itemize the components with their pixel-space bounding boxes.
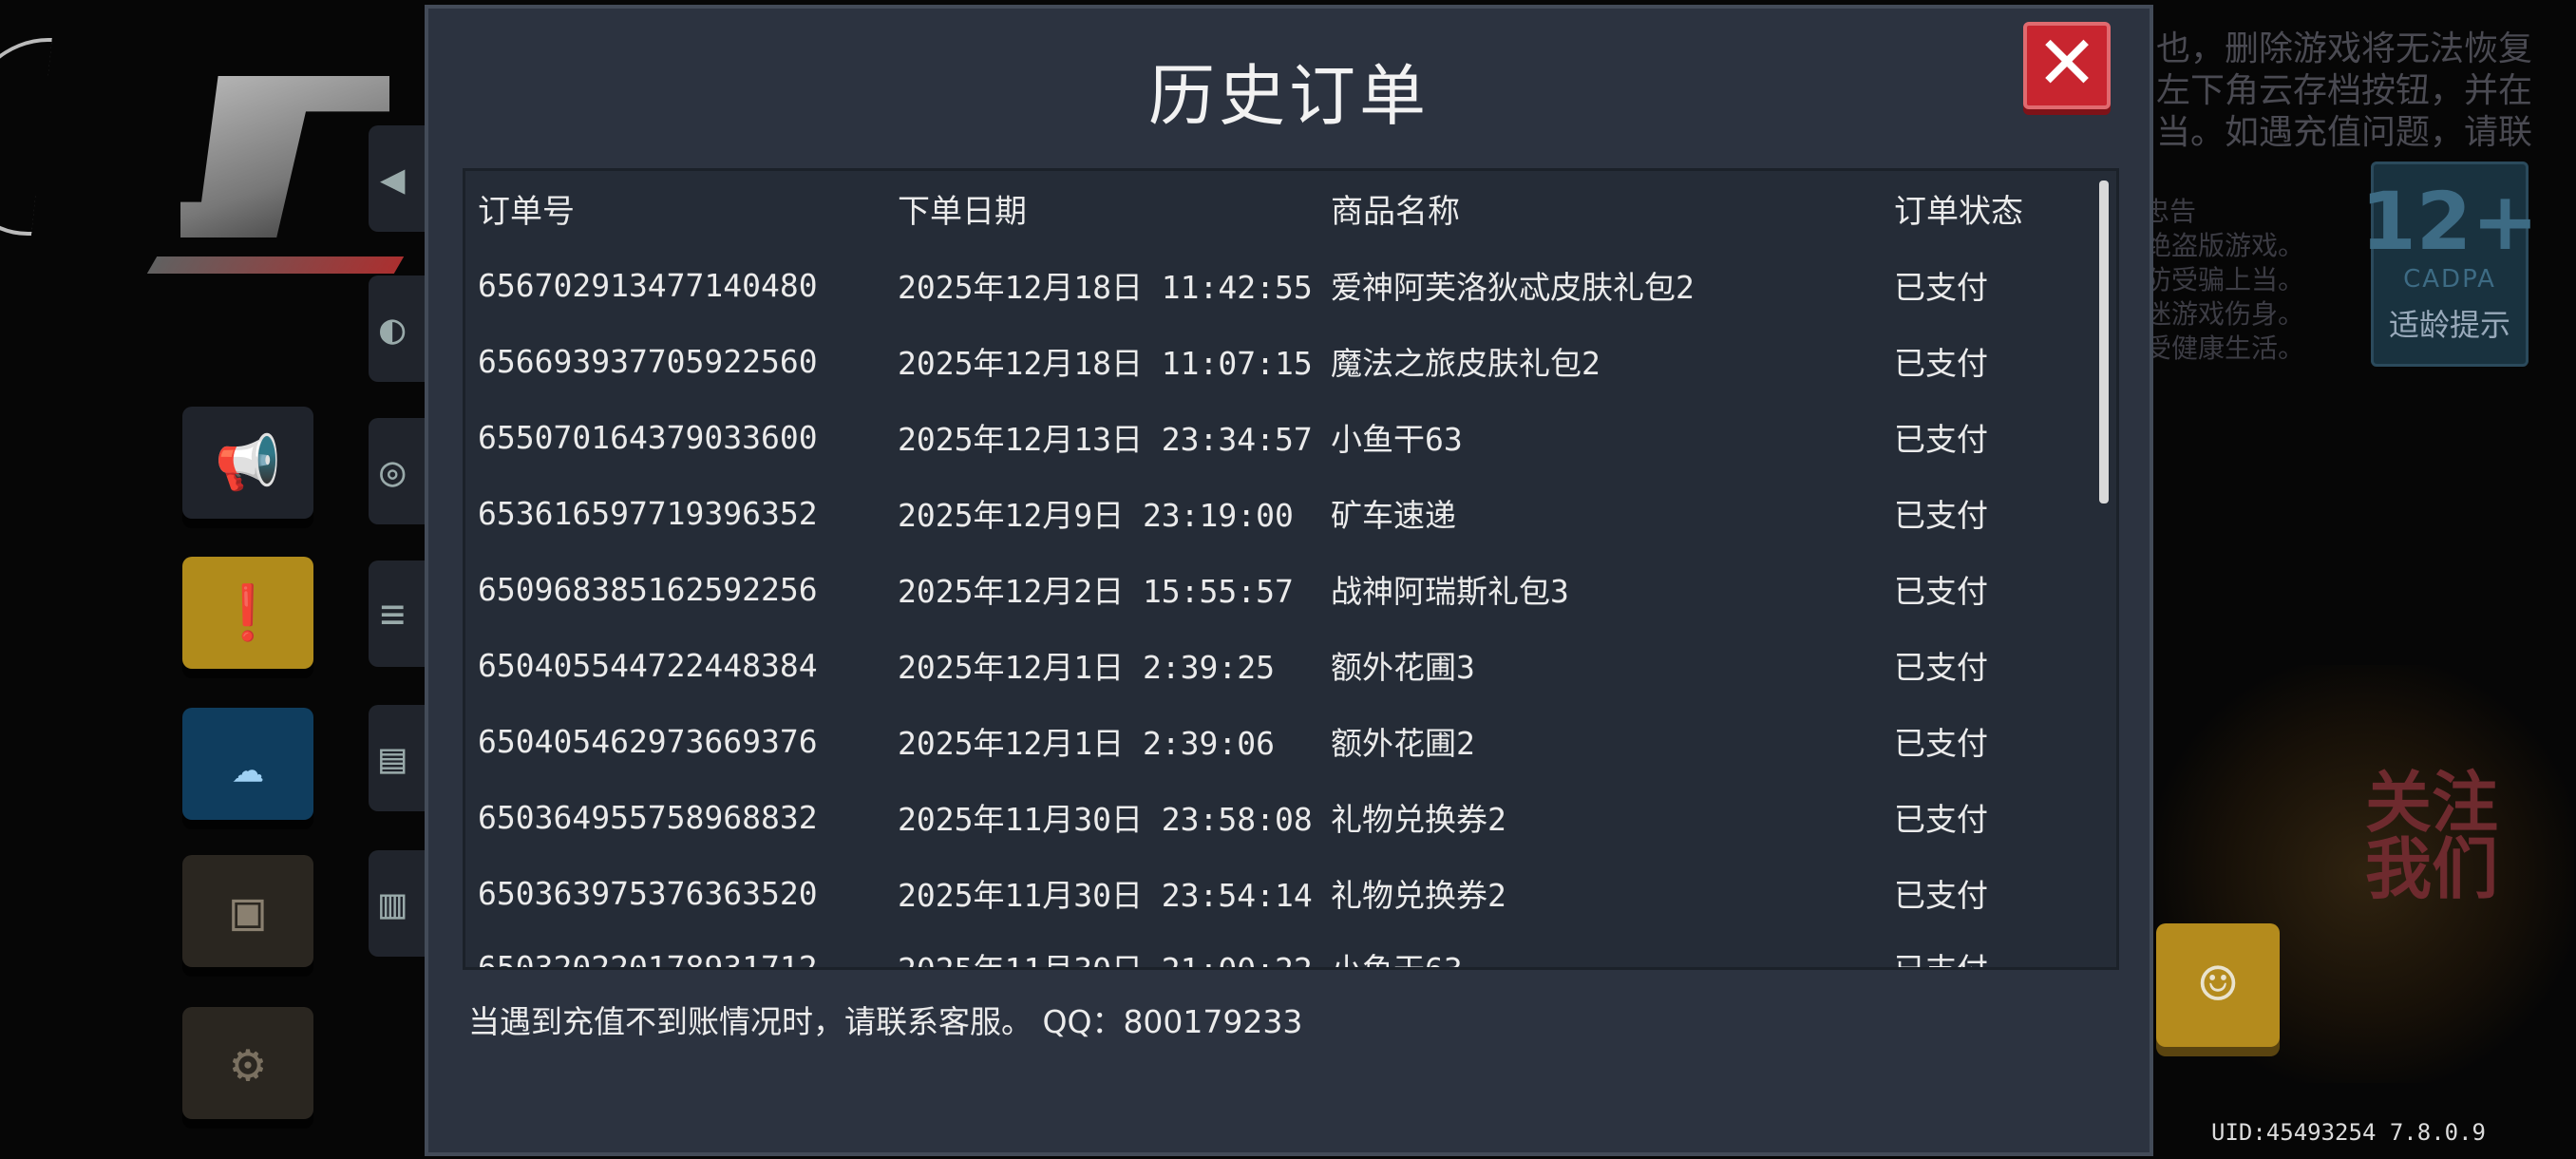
order-id-cell: 650364955758968832 <box>478 798 818 836</box>
order-status-cell: 已支付 <box>1894 801 1988 838</box>
game-logo <box>180 76 389 238</box>
order-date-cell: 2025年12月2日 15:55:57 <box>898 573 1294 610</box>
order-id-cell: 650363975376363520 <box>478 874 818 912</box>
column-header-order-id: 订单号 <box>478 192 575 231</box>
order-date-cell: 2025年12月1日 2:39:25 <box>898 649 1276 686</box>
order-status-cell: 已支付 <box>1894 725 1988 762</box>
order-status-cell: 已支付 <box>1894 877 1988 914</box>
table-row: 656693937705922560 2025年12月18日 11:07:15 … <box>465 323 2088 399</box>
order-date-cell: 2025年11月30日 21:00:22 <box>898 951 1313 970</box>
product-name-cell: 额外花圃2 <box>1331 725 1475 762</box>
product-name-cell: 礼物兑换券2 <box>1331 877 1506 914</box>
logo-arc-decoration <box>0 38 52 236</box>
order-status-cell: 已支付 <box>1894 269 1988 306</box>
order-date-cell: 2025年11月30日 23:58:08 <box>898 801 1313 838</box>
order-status-cell: 已支付 <box>1894 497 1988 534</box>
notice-text: 也，删除游戏将无法恢复 左下角云存档按钮，并在 当。如遇充值问题，请联 <box>2156 28 2536 154</box>
order-table[interactable]: 订单号 下单日期 商品名称 订单状态 656702913477140480 20… <box>463 168 2119 970</box>
order-id-cell: 653616597719396352 <box>478 494 818 532</box>
order-status-cell: 已支付 <box>1894 345 1988 382</box>
product-name-cell: 小鱼干63 <box>1331 951 1463 970</box>
table-header-row: 订单号 下单日期 商品名称 订单状态 <box>465 171 2088 245</box>
order-id-cell: 655070164379033600 <box>478 418 818 456</box>
order-id-cell: 656702913477140480 <box>478 266 818 304</box>
order-date-cell: 2025年11月30日 23:54:14 <box>898 877 1313 914</box>
account-button[interactable]: ▣ <box>182 855 313 967</box>
settings-button[interactable]: ⚙ <box>182 1007 313 1119</box>
globe-icon: ◎ <box>380 446 406 496</box>
megaphone-icon: 📢 <box>215 432 281 494</box>
cloud-save-button[interactable]: ☁ <box>182 708 313 820</box>
table-row: 650405544722448384 2025年12月1日 2:39:25 额外… <box>465 627 2088 703</box>
order-status-cell: 已支付 <box>1894 951 1988 970</box>
uid-version-label: UID:45493254 7.8.0.9 <box>2211 1119 2486 1146</box>
support-chat-icon: ☺ <box>2199 950 2237 1020</box>
circle-icon: ◐ <box>380 304 406 353</box>
product-name-cell: 战神阿瑞斯礼包3 <box>1331 573 1569 610</box>
close-icon: ✕ <box>2036 21 2098 106</box>
order-id-cell: 650405544722448384 <box>478 646 818 684</box>
age-rating-org: CADPA <box>2403 265 2496 294</box>
speaker-icon: ◀ <box>380 154 406 203</box>
table-row: 650405462973669376 2025年12月1日 2:39:06 额外… <box>465 703 2088 779</box>
order-date-cell: 2025年12月1日 2:39:06 <box>898 725 1276 762</box>
age-rating-badge[interactable]: 12+ CADPA 适龄提示 <box>2360 162 2539 367</box>
table-row: 650363975376363520 2025年11月30日 23:54:14 … <box>465 855 2088 931</box>
product-name-cell: 魔法之旅皮肤礼包2 <box>1331 345 1601 382</box>
table-row: 650320220178931712 2025年11月30日 21:00:22 … <box>465 929 2088 970</box>
order-date-cell: 2025年12月13日 23:34:57 <box>898 421 1313 458</box>
table-row: 650968385162592256 2025年12月2日 15:55:57 战… <box>465 551 2088 627</box>
order-id-cell: 656693937705922560 <box>478 342 818 380</box>
follow-us-badge[interactable]: 关注我们 <box>2365 770 2517 912</box>
column-header-status: 订单状态 <box>1894 192 2023 231</box>
table-row: 655070164379033600 2025年12月13日 23:34:57 … <box>465 399 2088 475</box>
column-header-date: 下单日期 <box>898 192 1027 231</box>
order-status-cell: 已支付 <box>1894 421 1988 458</box>
age-rating-number: 12+ <box>2360 175 2539 268</box>
order-id-cell: 650968385162592256 <box>478 570 818 608</box>
notice-line: 当。如遇充值问题，请联 <box>2156 113 2533 152</box>
document-icon: ▥ <box>380 879 406 928</box>
order-id-cell: 650405462973669376 <box>478 722 818 760</box>
gift-icon: ▤ <box>380 733 406 783</box>
column-header-product: 商品名称 <box>1331 192 1460 231</box>
product-name-cell: 礼物兑换券2 <box>1331 801 1506 838</box>
product-name-cell: 小鱼干63 <box>1331 421 1463 458</box>
notice-line: 也，删除游戏将无法恢复 <box>2156 29 2533 68</box>
order-date-cell: 2025年12月18日 11:07:15 <box>898 345 1313 382</box>
close-button[interactable]: ✕ <box>2023 22 2111 109</box>
list-icon: ≡ <box>380 589 406 638</box>
support-contact-note: 当遇到充值不到账情况时，请联系客服。 QQ：800179233 <box>468 1003 1303 1040</box>
notice-line: 左下角云存档按钮，并在 <box>2156 71 2533 110</box>
follow-us-label: 关注我们 <box>2365 764 2498 908</box>
age-rating-tip: 适龄提示 <box>2388 307 2510 343</box>
gear-icon: ⚙ <box>232 1032 264 1094</box>
announcement-button[interactable]: 📢 <box>182 407 313 519</box>
order-status-cell: 已支付 <box>1894 573 1988 610</box>
table-row: 650364955758968832 2025年11月30日 23:58:08 … <box>465 779 2088 855</box>
order-history-dialog: 历史订单 ✕ 订单号 下单日期 商品名称 订单状态 65670291347714… <box>425 5 2153 1156</box>
logo-swoosh <box>146 256 405 274</box>
profile-card-icon: ▣ <box>232 880 264 942</box>
table-row: 653616597719396352 2025年12月9日 23:19:00 矿… <box>465 475 2088 551</box>
order-id-cell: 650320220178931712 <box>478 948 818 970</box>
table-row: 656702913477140480 2025年12月18日 11:42:55 … <box>465 247 2088 323</box>
cloud-upload-icon: ☁ <box>232 732 264 795</box>
product-name-cell: 矿车速递 <box>1331 497 1456 534</box>
product-name-cell: 额外花圃3 <box>1331 649 1475 686</box>
order-date-cell: 2025年12月9日 23:19:00 <box>898 497 1294 534</box>
order-status-cell: 已支付 <box>1894 649 1988 686</box>
order-date-cell: 2025年12月18日 11:42:55 <box>898 269 1313 306</box>
alert-icon: ❗ <box>215 582 281 644</box>
dialog-title: 历史订单 <box>1148 57 1430 135</box>
table-scrollbar[interactable] <box>2099 180 2109 504</box>
notice-button[interactable]: ❗ <box>182 557 313 669</box>
product-name-cell: 爱神阿芙洛狄忒皮肤礼包2 <box>1331 269 1695 306</box>
customer-support-button[interactable]: ☺ <box>2156 923 2280 1047</box>
